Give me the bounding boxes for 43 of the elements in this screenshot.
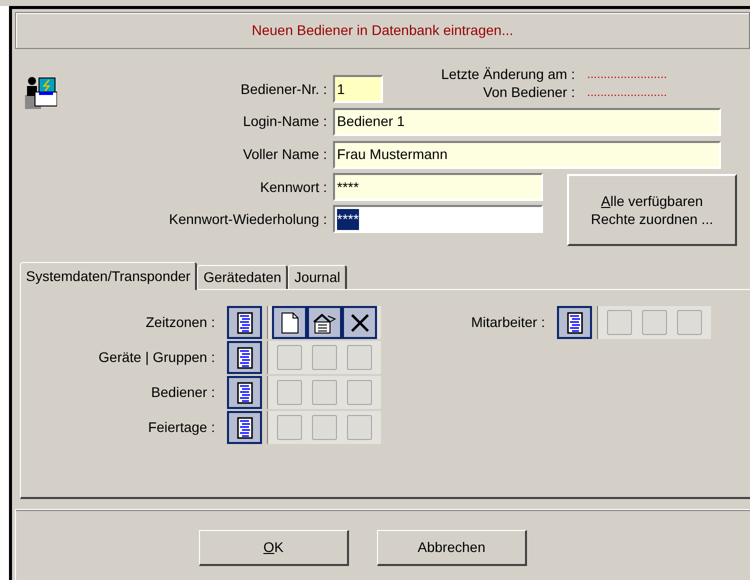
field-label: Login-Name : [242,112,328,131]
field-label: Bediener-Nr. : [240,80,328,98]
view-toggle[interactable] [227,306,262,339]
user-computer-icon [25,77,57,109]
list-icon [236,416,252,438]
text-field[interactable]: Bediener 1 [333,108,721,136]
list-icon [566,312,582,334]
info-label: Letzte Änderung am : [440,64,575,84]
list-icon [236,312,252,334]
assign-rights-button[interactable]: Alle verfügbaren Rechte zuordnen ... [567,174,737,246]
list-icon [236,382,252,404]
text-field[interactable]: Frau Mustermann [333,140,721,168]
dialog-title: Neuen Bediener in Datenbank eintragen... [252,21,514,40]
permission-label: Zeitzonen : [146,313,215,332]
action-button[interactable] [272,306,307,339]
info-label: Von Bediener : [482,82,575,102]
tab[interactable]: Gerätedaten [197,265,288,289]
text-field[interactable]: 1 [333,75,383,103]
field-label: Kennwort : [259,178,328,196]
permission-label: Bediener : [151,383,215,402]
text-field[interactable]: **** [333,205,543,233]
field-label: Kennwort-Wiederholung : [168,210,328,229]
action-button[interactable] [342,306,377,339]
delete-icon [350,312,370,332]
view-toggle[interactable] [227,411,262,444]
info-value: ........................ [587,84,668,101]
field-label: Voller Name : [242,145,328,164]
view-toggle[interactable] [227,341,262,374]
tab[interactable]: Systemdaten/Transponder [20,262,198,290]
list-icon [236,346,252,368]
form-icon [312,312,338,334]
permission-label: Mitarbeiter : [471,313,545,332]
text-field[interactable]: **** [333,173,543,201]
dialog-button[interactable]: Abbrechen [377,530,527,566]
permission-label: Feiertage : [148,418,215,437]
view-toggle[interactable] [227,376,262,409]
view-toggle[interactable] [557,306,592,339]
info-value: ........................ [587,66,668,83]
permission-label: Geräte | Gruppen : [98,348,215,367]
dialog-button[interactable]: OK [199,530,349,566]
action-button[interactable] [307,306,342,339]
page-icon [280,312,298,334]
tab[interactable]: Journal [288,265,348,289]
